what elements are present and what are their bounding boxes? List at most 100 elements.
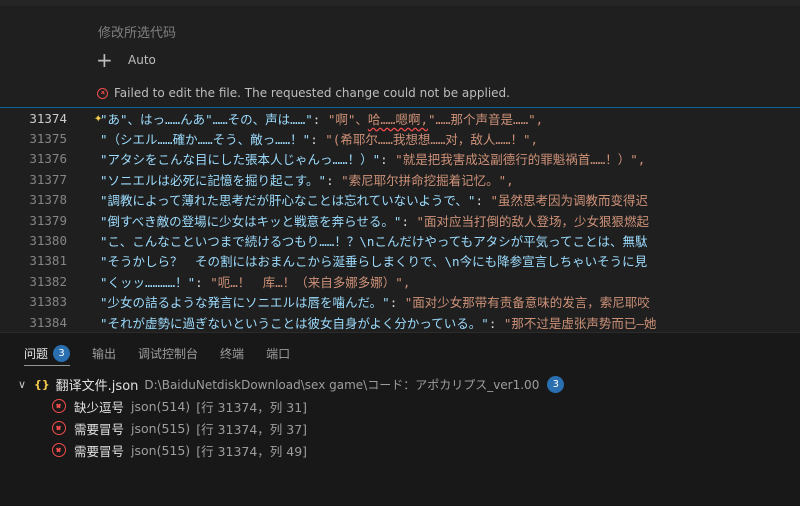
problem-item[interactable]: 缺少逗号 json(514) [行 31374，列 31] (52, 395, 307, 417)
json-key: "倒すべき敵の登場に少女はキッと戦意を奔らせる。" (100, 213, 402, 229)
active-tab-indicator (24, 365, 70, 366)
json-separator: : (401, 213, 417, 229)
bottom-panel: 问题 3 输出 调试控制台 终端 端口 ∨ {} 翻译文件.json D:\Ba… (0, 332, 800, 506)
json-separator: : (380, 152, 396, 168)
json-separator: : (195, 274, 211, 290)
json-separator: : (326, 172, 342, 188)
code-line[interactable]: 31376 "アタシをこんな目にした張本人じゃんっ……！）": "就是把我害成这… (0, 149, 800, 169)
line-number: 31381 (29, 253, 67, 269)
json-value: "面对少女那带有责备意味的发言，索尼耶咬 (404, 295, 650, 311)
tab-terminal[interactable]: 终端 (220, 343, 244, 363)
code-text: "ソニエルは必死に記憶を掘り起こす。": "索尼耶尔拼命挖掘着记忆。", (100, 170, 514, 189)
code-line[interactable]: 31375 "（シエル……確か……そう、敵っ……！": "(希耶尔……我想想……… (0, 128, 800, 148)
problems-count-badge: 3 (53, 344, 71, 362)
json-key: "少女の詰るような発言にソニエルは唇を噛んだ。" (100, 295, 390, 311)
line-number: 31380 (29, 233, 67, 249)
json-key: "アタシをこんな目にした張本人じゃんっ……！）" (100, 152, 381, 168)
error-icon (52, 443, 66, 457)
line-number: 31382 (29, 273, 67, 289)
code-text: "調教によって薄れた思考だが肝心なことは忘れていないようで、": "虽然思考因为… (100, 190, 648, 209)
code-text: "くッッ…………！": "呃…！ 库…！（来自多娜多娜）", (100, 272, 410, 291)
problem-message: 缺少逗号 (74, 399, 125, 415)
json-separator: : (389, 295, 405, 311)
code-text: "あ"、はっ……んあ"……その、声は……": "啊"、哈……嗯啊,"……那个声音… (100, 109, 543, 128)
json-key: "それが虚勢に過ぎないということは彼女自身がよく分かっている。" (100, 315, 489, 331)
code-text: "倒すべき敵の登場に少女はキッと戦意を奔らせる。": "面对应当打倒的敌人登场，… (100, 211, 649, 230)
code-text: "少女の詰るような発言にソニエルは唇を噛んだ。": "面对少女那带有责备意味的发… (100, 292, 650, 311)
code-line[interactable]: 31380 "こ、こんなこといつまで続けるつもり……！？\nこんだけやってもアタ… (0, 230, 800, 250)
json-key: "ソニエルは必死に記憶を掘り起こす。" (100, 172, 327, 188)
file-problem-count-badge: 3 (547, 375, 565, 393)
problem-source: json(515) (131, 420, 191, 436)
line-number: 31374 (29, 110, 67, 126)
edit-error-message: Failed to edit the file. The requested c… (97, 86, 510, 100)
panel-tabs: 问题 3 输出 调试控制台 终端 端口 (24, 343, 312, 363)
tab-problems[interactable]: 问题 3 (24, 343, 71, 363)
json-value: "……那个声音是……", (427, 111, 544, 127)
widget-top-strip (0, 0, 800, 6)
file-name: 翻译文件.json (55, 378, 139, 394)
code-line[interactable]: 31381 "そうかしら？ その割にはおまんこから涎垂らしまくりで、\n今にも降… (0, 251, 800, 271)
line-number: 31384 (29, 314, 67, 330)
error-icon (52, 421, 66, 435)
tab-ports[interactable]: 端口 (266, 343, 290, 363)
json-key: "くッッ…………！" (100, 274, 196, 290)
code-text: "（シエル……確か……そう、敵っ……！": "(希耶尔……我想想……对，敌人……… (100, 129, 538, 148)
json-separator: : (488, 315, 504, 331)
json-key: "調教によって薄れた思考だが肝心なことは忘れていないようで、" (100, 193, 476, 209)
file-path: D:\BaiduNetdiskDownload\sex game\コード：アポカ… (144, 377, 540, 392)
edit-error-text: Failed to edit the file. The requested c… (114, 86, 510, 100)
problem-source: json(514) (131, 398, 191, 414)
code-line[interactable]: 31379 "倒すべき敵の登場に少女はキッと戦意を奔らせる。": "面对应当打倒… (0, 210, 800, 230)
line-number: 31377 (29, 171, 67, 187)
json-value-error: 哈……嗯啊, (367, 111, 428, 127)
code-text: "それが虚勢に過ぎないということは彼女自身がよく分かっている。": "那不过是虚… (100, 313, 656, 332)
tab-label: 问题 (24, 346, 49, 361)
json-value: "呃…！ 库…！（来自多娜多娜）", (210, 274, 411, 290)
add-context-row: + Auto (96, 50, 156, 70)
json-separator: : (310, 132, 326, 148)
json-value: "索尼耶尔拼命挖掘着记忆。", (341, 172, 514, 188)
json-separator: : (312, 111, 328, 127)
code-line[interactable]: 31383 "少女の詰るような発言にソニエルは唇を噛んだ。": "面对少女那带有… (0, 292, 800, 312)
json-value: "虽然思考因为调教而变得迟 (490, 193, 649, 209)
chat-prompt-input[interactable]: 修改所选代码 (98, 22, 176, 41)
json-value: "面对应当打倒的敌人登场，少女狠狠燃起 (416, 213, 650, 229)
code-text: "そうかしら？ その割にはおまんこから涎垂らしまくりで、\n今にも降参宣言しちゃ… (100, 251, 647, 270)
problem-file-group[interactable]: ∨ {} 翻译文件.json D:\BaiduNetdiskDownload\s… (18, 373, 565, 395)
code-line[interactable]: 31378 "調教によって薄れた思考だが肝心なことは忘れていないようで、": "… (0, 190, 800, 210)
chevron-down-icon[interactable]: ∨ (18, 378, 34, 391)
json-file-icon: {} (34, 377, 50, 391)
line-number: 31379 (29, 212, 67, 228)
line-number: 31383 (29, 294, 67, 310)
line-number: 31375 (29, 131, 67, 147)
json-value: "就是把我害成这副德行的罪魁祸首……！）", (395, 152, 646, 168)
problem-message: 需要冒号 (74, 421, 125, 437)
plus-icon[interactable]: + (96, 50, 114, 70)
code-line[interactable]: 31384 "それが虚勢に過ぎないということは彼女自身がよく分かっている。": … (0, 312, 800, 332)
line-number: 31378 (29, 192, 67, 208)
json-value: "(希耶尔……我想想……对，敌人……！", (325, 132, 539, 148)
problem-message: 需要冒号 (74, 443, 125, 459)
problem-item[interactable]: 需要冒号 json(515) [行 31374，列 37] (52, 417, 307, 439)
code-editor[interactable]: 31374 ✦ "あ"、はっ……んあ"……その、声は……": "啊"、哈……嗯啊… (0, 108, 800, 332)
json-separator: : (475, 193, 491, 209)
error-icon (97, 87, 108, 99)
inline-chat-widget: 修改所选代码 + Auto Failed to edit the file. T… (0, 0, 800, 108)
tab-debug-console[interactable]: 调试控制台 (138, 343, 198, 363)
problem-location: [行 31374，列 49] (196, 443, 308, 459)
code-line[interactable]: 31382 "くッッ…………！": "呃…！ 库…！（来自多娜多娜）", (0, 271, 800, 291)
code-text: "こ、こんなこといつまで続けるつもり……！？\nこんだけやってもアタシが平気って… (100, 231, 648, 250)
code-line[interactable]: 31374 ✦ "あ"、はっ……んあ"……その、声は……": "啊"、哈……嗯啊… (0, 108, 800, 128)
tab-output[interactable]: 输出 (92, 343, 116, 363)
problem-item[interactable]: 需要冒号 json(515) [行 31374，列 49] (52, 439, 307, 461)
problem-location: [行 31374，列 31] (196, 399, 308, 415)
json-value: "那不过是虚张声势而已—她 (503, 315, 657, 331)
json-key: "あ"、はっ……んあ"……その、声は……" (100, 111, 313, 127)
json-value: "啊"、 (327, 111, 368, 127)
model-mode-selector[interactable]: Auto (128, 53, 156, 67)
json-key: "そうかしら？ その割にはおまんこから涎垂らしまくりで、\n今にも降参宣言しちゃ… (100, 254, 648, 270)
code-line[interactable]: 31377 "ソニエルは必死に記憶を掘り起こす。": "索尼耶尔拼命挖掘着记忆。… (0, 169, 800, 189)
line-number: 31376 (29, 151, 67, 167)
error-icon (52, 399, 66, 413)
